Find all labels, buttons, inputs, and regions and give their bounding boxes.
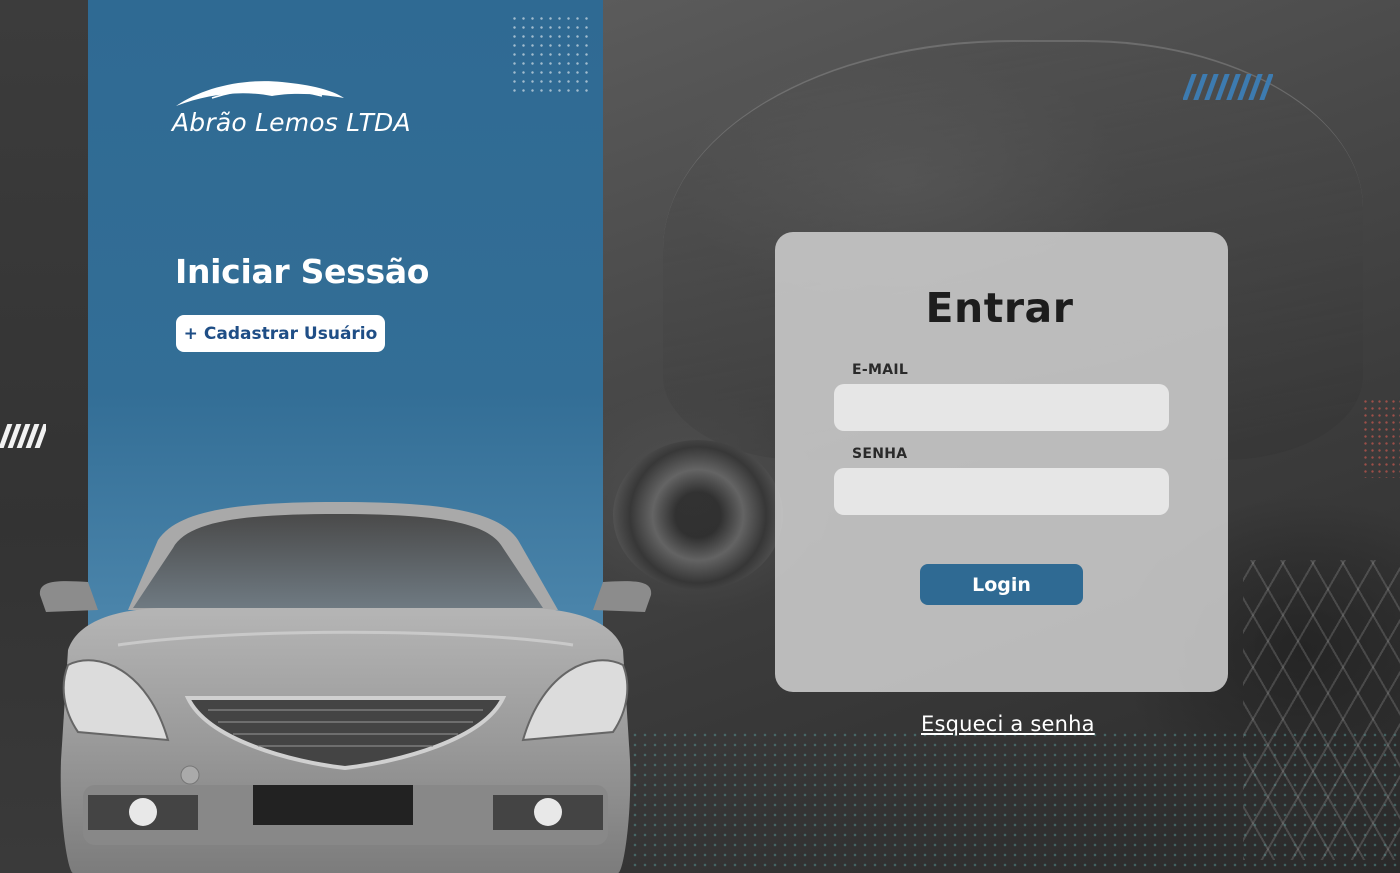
register-label: Cadastrar Usuário <box>203 323 378 344</box>
email-label: E-MAIL <box>852 362 909 378</box>
login-button[interactable]: Login <box>920 564 1083 605</box>
car-image <box>39 502 652 873</box>
forgot-password-link[interactable]: Esqueci a senha <box>921 712 1095 736</box>
plus-symbol: + <box>183 323 198 344</box>
page-title: Iniciar Sessão <box>175 252 430 291</box>
dots-pattern-bottom <box>630 730 1400 873</box>
stripes-decoration-right <box>1183 74 1273 100</box>
login-card: Entrar E-MAIL SENHA Login <box>775 232 1228 692</box>
brand-name: Abrão Lemos LTDA <box>172 108 411 137</box>
dots-pattern-top <box>510 14 590 92</box>
stripes-decoration <box>0 424 46 448</box>
register-user-button[interactable]: plus + Cadastrar Usuário <box>176 315 385 352</box>
car-swoosh-icon <box>176 81 344 106</box>
password-field[interactable] <box>834 468 1169 515</box>
dots-pattern-red <box>1362 398 1400 478</box>
login-title: Entrar <box>925 284 1074 332</box>
email-field[interactable] <box>834 384 1169 431</box>
password-label: SENHA <box>852 446 908 462</box>
